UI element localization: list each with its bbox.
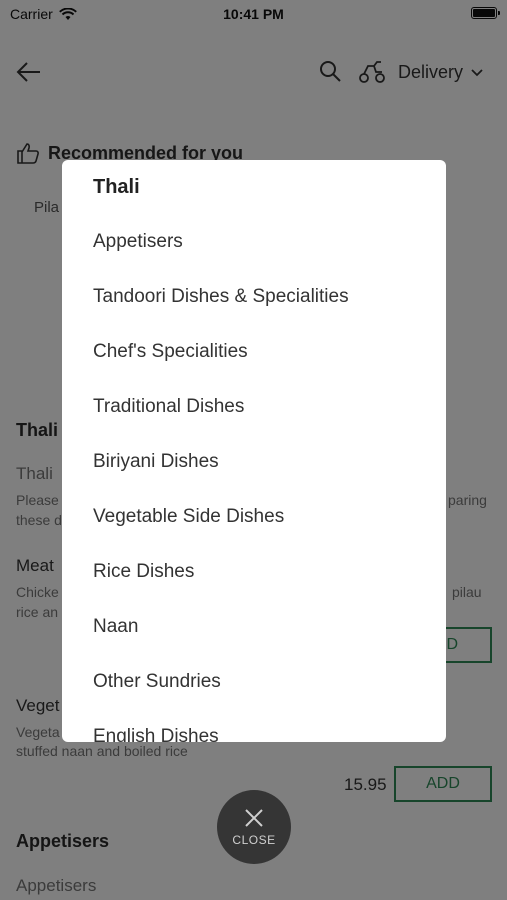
- category-item-naan[interactable]: Naan: [62, 599, 446, 654]
- category-item-traditional[interactable]: Traditional Dishes: [62, 379, 446, 434]
- category-item-vegetable-side[interactable]: Vegetable Side Dishes: [62, 489, 446, 544]
- category-item-english[interactable]: English Dishes: [62, 709, 446, 743]
- category-item-other-sundries[interactable]: Other Sundries: [62, 654, 446, 709]
- category-picker-modal: Thali Appetisers Tandoori Dishes & Speci…: [62, 160, 446, 742]
- category-list: Appetisers Tandoori Dishes & Specialitie…: [62, 214, 446, 743]
- category-item-rice[interactable]: Rice Dishes: [62, 544, 446, 599]
- category-item-appetisers[interactable]: Appetisers: [62, 214, 446, 269]
- current-category-title[interactable]: Thali: [93, 176, 140, 199]
- category-item-tandoori[interactable]: Tandoori Dishes & Specialities: [62, 269, 446, 324]
- category-item-chefs-specialities[interactable]: Chef's Specialities: [62, 324, 446, 379]
- category-item-biriyani[interactable]: Biriyani Dishes: [62, 434, 446, 489]
- close-icon: [245, 809, 263, 827]
- close-label: CLOSE: [232, 833, 276, 847]
- close-button[interactable]: CLOSE: [217, 790, 291, 864]
